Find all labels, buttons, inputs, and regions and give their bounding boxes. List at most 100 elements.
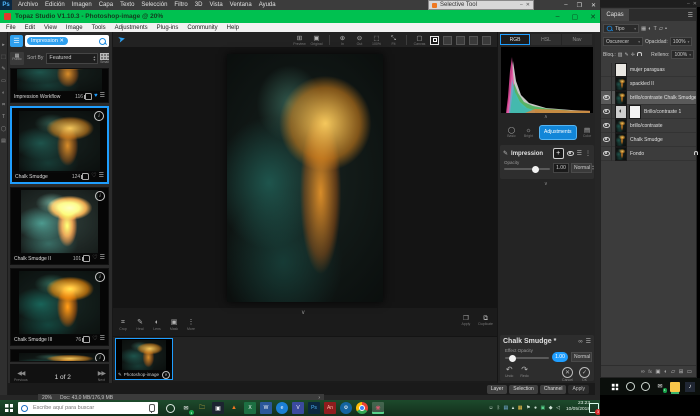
redo-button[interactable]: ↷ Redo <box>520 366 528 378</box>
topaz-close-icon[interactable]: ✕ <box>590 13 596 21</box>
sort-dropdown[interactable]: Featured ▴▾ <box>46 53 98 64</box>
preset-menu-icon[interactable]: ☰ <box>100 256 105 261</box>
ps-menu-texto[interactable]: Texto <box>120 2 134 8</box>
layer-thumbnail[interactable] <box>615 63 627 77</box>
preset-card-chalk-smudge[interactable]: i Chalk Smudge 124 ♡ ☰ <box>10 106 109 184</box>
ps-menu-vista[interactable]: Vista <box>209 2 222 8</box>
canvas-button[interactable]: ▢ Canvas <box>413 35 426 46</box>
adobe-app-icon[interactable]: An <box>324 402 336 414</box>
preset-menu-icon[interactable]: ☰ <box>100 94 105 99</box>
panel-minimize-icon[interactable]: – <box>687 1 690 7</box>
ps-restore-icon[interactable]: ❐ <box>577 2 582 9</box>
topaz-menu-help[interactable]: Help <box>227 25 239 31</box>
selective-tool-minimize-icon[interactable]: – <box>520 2 523 8</box>
tray-icon-bluetooth[interactable]: ᛒ <box>497 405 500 411</box>
ps-menu-filtro[interactable]: Filtro <box>174 2 187 8</box>
favorite-heart-icon[interactable]: ♡ <box>91 174 96 179</box>
start-button[interactable] <box>0 400 18 416</box>
topaz-menu-plugins[interactable]: Plug-ins <box>157 25 179 31</box>
preset-search-input[interactable]: Impression ✕ <box>25 35 95 47</box>
file-explorer-icon[interactable] <box>670 382 680 392</box>
panel-menu-icon[interactable]: ☰ <box>688 12 693 19</box>
effect-blend-dropdown[interactable]: Normal <box>571 352 592 362</box>
tray-icon-color-app[interactable]: ▦ <box>518 405 523 411</box>
tray-icon-sync[interactable]: ● <box>534 405 537 411</box>
impression-blend-dropdown[interactable]: Normal ▴▾ <box>571 163 592 173</box>
info-icon[interactable]: i <box>95 353 105 362</box>
layer-thumbnail[interactable] <box>615 77 627 91</box>
vlc-icon[interactable]: ▲ <box>228 402 240 414</box>
task-view-icon[interactable] <box>625 382 635 392</box>
thumbs-up-icon[interactable] <box>83 255 90 262</box>
ps-tool-icon[interactable]: ◐ <box>2 90 5 96</box>
next-page-button[interactable]: ▶▶ Next <box>98 371 105 383</box>
taskbar-search-input[interactable] <box>31 404 146 412</box>
preset-card-impression-workflow[interactable]: Impression Workflow 116 ♥ ☰ <box>10 68 109 103</box>
tray-icon-up-arrow[interactable]: ▴ <box>512 405 515 411</box>
visibility-toggle[interactable] <box>601 133 612 147</box>
section-list-icon[interactable]: ☰ <box>577 150 582 157</box>
effect-opacity-value[interactable]: 1.00 <box>552 352 568 362</box>
mail-icon[interactable]: ✉1 <box>655 382 665 392</box>
view-split-button[interactable] <box>482 36 491 45</box>
pan-tool-icon[interactable]: ➤ <box>117 33 127 46</box>
layer-row-chalk-smudge[interactable]: Chalk Smudge <box>601 133 696 147</box>
code-app-icon[interactable]: V <box>292 402 304 414</box>
topaz-menu-file[interactable]: File <box>6 25 16 31</box>
remove-image-icon[interactable]: ✕ <box>162 371 170 379</box>
ps-close-icon[interactable]: ✕ <box>591 2 596 9</box>
preset-card-partial[interactable]: i <box>10 349 109 362</box>
tray-icon-volume[interactable]: ◁ <box>556 405 560 411</box>
file-explorer-icon[interactable]: 🗀 <box>196 402 208 414</box>
preset-card-chalk-smudge-iii[interactable]: i Chalk Smudge III 76 ♡ ☰ <box>10 268 109 346</box>
tab-nav[interactable]: Nav <box>562 34 592 45</box>
lock-pixels-icon[interactable]: ✎ <box>625 52 629 58</box>
topaz-menu-community[interactable]: Community <box>187 25 217 31</box>
layer-mask-thumbnail[interactable] <box>629 105 641 119</box>
layer-thumbnail[interactable] <box>615 133 627 147</box>
fill-dropdown[interactable]: 100% ▾ <box>671 50 694 59</box>
tray-icon-display[interactable]: ▤ <box>504 405 509 411</box>
selective-tool-window[interactable]: Selective Tool – ✕ <box>428 0 534 10</box>
tray-icon-user[interactable]: ☺ <box>488 405 493 411</box>
word-icon[interactable]: W <box>260 402 272 414</box>
filter-shape-icon[interactable]: ▱ <box>659 26 663 32</box>
slider-knob[interactable] <box>509 355 516 362</box>
mail-icon[interactable]: ✉1 <box>180 402 192 414</box>
photoshop-toolstrip[interactable]: ▸ ⬚ ✎ ▭ ◐ ⌗ T ◯ ▤ <box>0 32 8 395</box>
layer-row-brillo-chalk-smudge-ii[interactable]: brillo/contraste Chalk Smudge II <box>601 91 696 105</box>
filter-image-icon[interactable]: ▦ <box>641 26 646 32</box>
visibility-toggle[interactable] <box>601 105 612 119</box>
excel-icon[interactable]: X <box>244 402 256 414</box>
info-icon[interactable]: i <box>94 111 104 121</box>
visibility-toggle[interactable] <box>601 63 612 77</box>
active-app-icon[interactable]: ❋ <box>372 402 384 414</box>
crop-tool-button[interactable]: ⌗ Crop <box>117 319 129 331</box>
impression-opacity-slider[interactable] <box>504 168 550 170</box>
view-split-button[interactable] <box>456 36 465 45</box>
microphone-icon[interactable] <box>149 404 155 412</box>
color-tool-button[interactable]: ▤ Color <box>581 127 594 138</box>
filter-pin-icon[interactable]: ▪ <box>665 26 667 32</box>
taskbar-search[interactable] <box>18 402 158 414</box>
view-split-button[interactable] <box>443 36 452 45</box>
sort-stepper-icon[interactable]: ▴▾ <box>93 55 95 61</box>
layer-row-brillo-contraste-1[interactable]: ◐ Brillo/contraste 1 <box>601 105 696 119</box>
add-mask-icon[interactable]: ▣ <box>655 369 660 375</box>
chrome-icon[interactable] <box>356 402 368 414</box>
adjustments-button[interactable]: Adjustments <box>539 125 577 140</box>
zoom-out-button[interactable]: ⊖ Out <box>353 35 366 46</box>
info-icon[interactable]: i <box>95 191 105 201</box>
taskbar-clock[interactable]: 23:23 10/05/2018 <box>566 401 590 413</box>
ps-tool-icon[interactable]: ◯ <box>1 126 7 132</box>
layer-row-brillo-contraste[interactable]: brillo/contraste <box>601 119 696 133</box>
opacity-dropdown[interactable]: 100% ▾ <box>670 37 693 46</box>
topaz-menu-tools[interactable]: Tools <box>92 25 106 31</box>
ps-menu-capa[interactable]: Capa <box>99 2 113 8</box>
task-view-icon[interactable] <box>164 402 176 414</box>
zoom-in-button[interactable]: ⊕ In <box>336 35 349 46</box>
visibility-eye-icon[interactable] <box>567 151 574 157</box>
ps-menu-ventana[interactable]: Ventana <box>230 2 252 8</box>
new-adjustment-icon[interactable]: ◐ <box>664 369 667 375</box>
ps-tool-icon[interactable]: T <box>2 114 5 120</box>
